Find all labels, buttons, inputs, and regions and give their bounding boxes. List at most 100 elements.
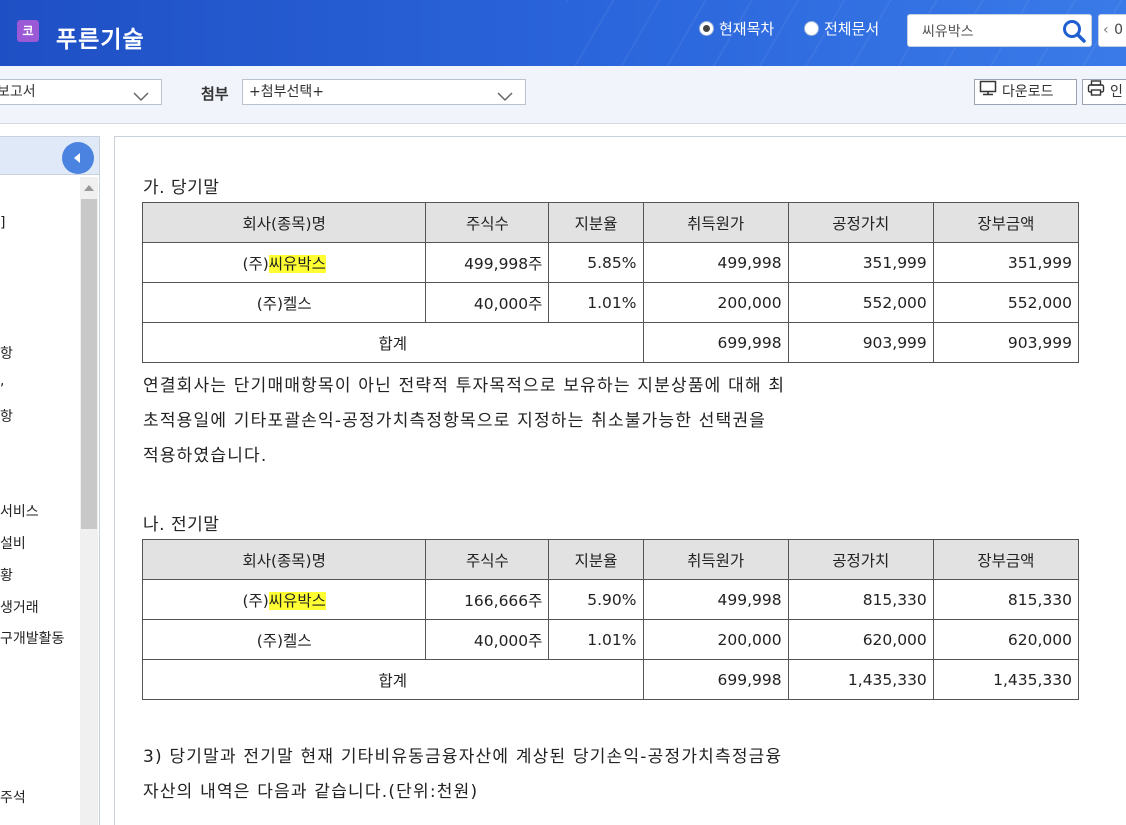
- table-header-row: 회사(종목)명 주식수 지분율 취득원가 공정가치 장부금액: [141, 202, 1080, 243]
- cost-cell: 499,998: [642, 579, 789, 620]
- cost-cell: 699,998: [642, 322, 789, 363]
- shares-cell: 40,000주: [425, 619, 550, 660]
- col-header: 공정가치: [787, 202, 934, 243]
- company-name-cell: (주)켈스: [141, 619, 427, 660]
- book-value-cell: 903,999: [932, 322, 1080, 363]
- section-title-current: 가. 당기말: [143, 178, 220, 198]
- radio-current-toc[interactable]: 현재목차: [699, 18, 774, 39]
- cost-cell: 200,000: [642, 619, 789, 660]
- col-header: 장부금액: [932, 202, 1080, 243]
- col-header: 장부금액: [932, 539, 1080, 580]
- printer-icon: [1087, 80, 1105, 104]
- fair-value-cell: 351,999: [787, 242, 934, 283]
- ratio-cell: 5.85%: [548, 242, 644, 283]
- toc-item[interactable]: ]: [0, 215, 5, 231]
- toc-item[interactable]: 생거래: [0, 597, 39, 617]
- toc-item[interactable]: 서비스: [0, 501, 39, 521]
- attach-select[interactable]: +첨부선택+: [242, 79, 526, 105]
- paragraph-designation: 연결회사는 단기매매항목이 아닌 전략적 투자목적으로 보유하는 지분상품에 대…: [143, 376, 786, 466]
- toolbar: 보고서 첨부 +첨부선택+ 다운로드 인: [0, 66, 1126, 124]
- search-box: [907, 14, 1092, 47]
- fair-value-cell: 552,000: [787, 282, 934, 323]
- chevron-down-icon: [497, 86, 513, 110]
- table-row: (주)씨유박스 166,666주 5.90% 499,998 815,330 8…: [141, 579, 1080, 620]
- toc-item[interactable]: 항: [0, 343, 13, 363]
- radio-current-label: 현재목차: [719, 20, 775, 38]
- print-label: 인: [1110, 84, 1123, 100]
- table-row: (주)켈스 40,000주 1.01% 200,000 552,000 552,…: [141, 282, 1080, 323]
- toc-item[interactable]: 항: [0, 406, 13, 426]
- toc-item[interactable]: ,: [0, 373, 4, 389]
- book-value-cell: 351,999: [932, 242, 1080, 283]
- toc-sidebar: ] 항 , 항 서비스 설비 황 생거래 구개발활동 주석: [0, 136, 100, 825]
- section-title-prior: 나. 전기말: [143, 515, 220, 535]
- fair-value-cell: 815,330: [787, 579, 934, 620]
- col-header: 주식수: [425, 539, 550, 580]
- col-header: 주식수: [425, 202, 550, 243]
- cost-cell: 499,998: [642, 242, 789, 283]
- fair-value-cell: 620,000: [787, 619, 934, 660]
- company-name-cell: (주)켈스: [141, 282, 427, 323]
- book-value-cell: 1,435,330: [932, 659, 1080, 700]
- book-value-cell: 815,330: [932, 579, 1080, 620]
- table-total-row: 합계 699,998 903,999 903,999: [142, 322, 1080, 363]
- attach-select-value: +첨부선택+: [249, 84, 324, 100]
- table-prior-period: 회사(종목)명 주식수 지분율 취득원가 공정가치 장부금액 (주)씨유박스 1…: [141, 539, 1080, 700]
- page-nav-value: 0: [1114, 22, 1123, 38]
- book-value-cell: 620,000: [932, 619, 1080, 660]
- toc-item[interactable]: 설비: [0, 533, 26, 553]
- search-input[interactable]: [908, 15, 1058, 46]
- collapse-sidebar-button[interactable]: [62, 142, 94, 174]
- download-button[interactable]: 다운로드: [974, 79, 1077, 105]
- attach-label: 첨부: [201, 85, 229, 103]
- radio-selected-icon: [699, 21, 714, 36]
- toc-item[interactable]: 구개발활동: [0, 628, 64, 648]
- sidebar-header: [0, 137, 99, 175]
- search-highlight: 씨유박스: [268, 591, 326, 610]
- monitor-icon: [979, 80, 997, 104]
- col-header: 지분율: [548, 202, 644, 243]
- table-row: (주)씨유박스 499,998주 5.85% 499,998 351,999 3…: [141, 242, 1080, 283]
- table-total-row: 합계 699,998 1,435,330 1,435,330: [142, 659, 1080, 700]
- chevron-left-icon[interactable]: ‹: [1103, 22, 1109, 38]
- scroll-up-icon[interactable]: [80, 181, 98, 195]
- toc-item[interactable]: 주석: [0, 787, 26, 807]
- col-header: 회사(종목)명: [141, 539, 427, 580]
- col-header: 지분율: [548, 539, 644, 580]
- toc-item[interactable]: 황: [0, 565, 13, 585]
- table-header-row: 회사(종목)명 주식수 지분율 취득원가 공정가치 장부금액: [141, 539, 1080, 580]
- fair-value-cell: 903,999: [787, 322, 934, 363]
- page-nav: ‹ 0: [1098, 14, 1126, 47]
- col-header: 취득원가: [642, 202, 789, 243]
- search-icon[interactable]: [1060, 18, 1088, 43]
- app-logo-icon: 코: [17, 20, 39, 42]
- book-value-cell: 552,000: [932, 282, 1080, 323]
- document-viewer: 가. 당기말 회사(종목)명 주식수 지분율 취득원가 공정가치 장부금액 (주…: [114, 136, 1126, 825]
- scrollbar-thumb[interactable]: [81, 199, 97, 529]
- app-header: 코 푸른기술 현재목차 전체문서 ‹ 0: [0, 0, 1126, 66]
- radio-unselected-icon: [804, 21, 819, 36]
- col-header: 회사(종목)명: [141, 202, 427, 243]
- total-label-cell: 합계: [142, 659, 644, 700]
- col-header: 공정가치: [787, 539, 934, 580]
- cost-cell: 200,000: [642, 282, 789, 323]
- table-current-period: 회사(종목)명 주식수 지분율 취득원가 공정가치 장부금액 (주)씨유박스 4…: [141, 202, 1080, 363]
- paragraph-fvpl-note: 3) 당기말과 전기말 현재 기타비유동금융자산에 계상된 당기손익-공정가치측…: [143, 747, 783, 802]
- search-highlight: 씨유박스: [268, 254, 326, 273]
- sidebar-scrollbar[interactable]: [80, 177, 98, 825]
- shares-cell: 40,000주: [425, 282, 550, 323]
- radio-all-docs[interactable]: 전체문서: [804, 18, 879, 39]
- shares-cell: 166,666주: [425, 579, 550, 620]
- cost-cell: 699,998: [642, 659, 789, 700]
- ratio-cell: 1.01%: [548, 619, 644, 660]
- shares-cell: 499,998주: [425, 242, 550, 283]
- print-button[interactable]: 인: [1082, 79, 1126, 105]
- report-select[interactable]: 보고서: [0, 79, 162, 105]
- triangle-left-icon: [72, 149, 84, 168]
- report-select-value: 보고서: [0, 84, 36, 100]
- company-name-cell: (주)씨유박스: [141, 579, 427, 620]
- col-header: 취득원가: [642, 539, 789, 580]
- ratio-cell: 1.01%: [548, 282, 644, 323]
- company-name-cell: (주)씨유박스: [141, 242, 427, 283]
- ratio-cell: 5.90%: [548, 579, 644, 620]
